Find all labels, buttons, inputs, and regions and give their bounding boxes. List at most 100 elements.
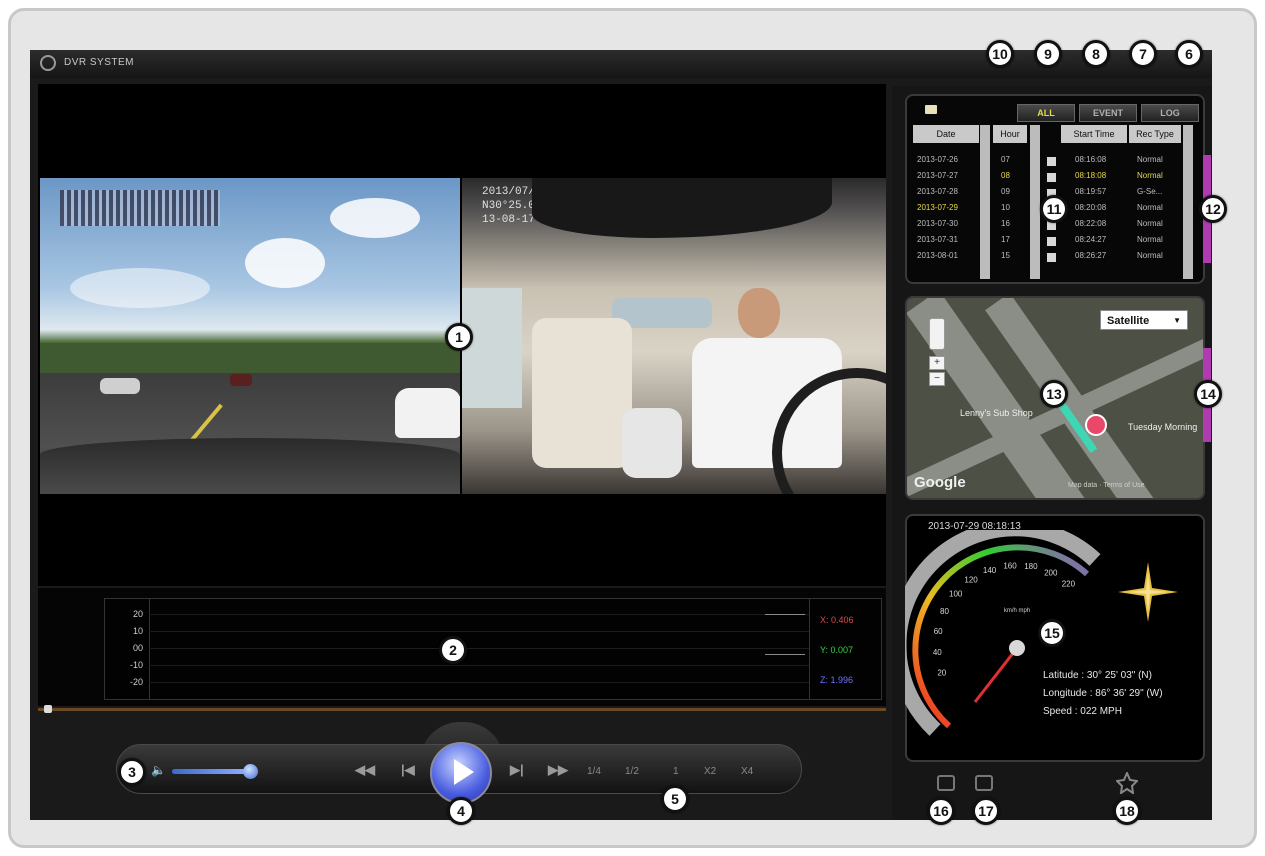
map-brand-logo: Google xyxy=(914,474,966,491)
volume-slider-handle[interactable] xyxy=(243,764,258,779)
record-checkbox[interactable] xyxy=(1047,237,1056,246)
record-type[interactable]: Normal xyxy=(1137,203,1163,212)
record-start-time[interactable]: 08:18:08 xyxy=(1075,171,1106,180)
tab-event[interactable]: EVENT xyxy=(1079,104,1137,122)
fast-forward-button[interactable]: ▶▶ xyxy=(548,762,568,778)
record-type[interactable]: Normal xyxy=(1137,219,1163,228)
grid-line xyxy=(149,614,809,615)
export-icon[interactable] xyxy=(937,775,955,791)
map-type-select[interactable]: Satellite ▼ xyxy=(1100,310,1188,330)
callout-2: 2 xyxy=(439,636,467,664)
reading-y: Y: 0.007 xyxy=(820,645,854,655)
next-button[interactable]: ▶| xyxy=(510,762,524,778)
record-type[interactable]: Normal xyxy=(1137,251,1163,260)
record-type[interactable]: Normal xyxy=(1137,235,1163,244)
hour-row[interactable]: 17 xyxy=(1001,235,1010,244)
grid-line xyxy=(149,682,809,683)
column-rec-type[interactable]: Rec Type xyxy=(1129,125,1181,143)
rewind-button[interactable]: ◀◀ xyxy=(355,762,375,778)
callout-13: 13 xyxy=(1040,380,1068,408)
column-date[interactable]: Date xyxy=(913,125,979,143)
tab-all[interactable]: ALL xyxy=(1017,104,1075,122)
settings-icon[interactable] xyxy=(1116,772,1138,794)
record-type[interactable]: G-Se... xyxy=(1137,187,1162,196)
record-type[interactable]: Normal xyxy=(1137,171,1163,180)
record-type[interactable]: Normal xyxy=(1137,155,1163,164)
record-start-time[interactable]: 08:24:27 xyxy=(1075,235,1106,244)
tab-log[interactable]: LOG xyxy=(1141,104,1199,122)
car xyxy=(230,374,252,386)
cabin-camera-view[interactable]: 2013/07/29 08:18:13 0 N30°25.03 W86° 22M… xyxy=(462,178,886,494)
hour-scrollbar[interactable] xyxy=(1030,125,1040,279)
previous-button[interactable]: |◀ xyxy=(401,762,415,778)
record-start-time[interactable]: 08:22:08 xyxy=(1075,219,1106,228)
gauge-tick-label: 40 xyxy=(933,648,942,657)
scale-tick: -20 xyxy=(129,677,143,687)
record-checkbox[interactable] xyxy=(1047,253,1056,262)
date-row[interactable]: 2013-07-31 xyxy=(917,235,958,244)
passenger-seat xyxy=(532,318,632,468)
callout-18: 18 xyxy=(1113,797,1141,825)
playback-progress-handle[interactable] xyxy=(44,705,52,713)
hour-row[interactable]: 10 xyxy=(1001,203,1010,212)
date-row[interactable]: 2013-07-30 xyxy=(917,219,958,228)
hour-row[interactable]: 15 xyxy=(1001,251,1010,260)
vehicle-location-marker[interactable] xyxy=(1085,414,1107,436)
zoom-out-button[interactable]: − xyxy=(929,372,945,386)
scale-tick: -10 xyxy=(129,660,143,670)
speed-half-button[interactable]: 1/2 xyxy=(625,766,639,777)
graph-readings: X: 0.406 Y: 0.007 Z: 1.996 xyxy=(809,599,882,699)
dashboard xyxy=(40,438,460,494)
cloud xyxy=(330,198,420,238)
grid-line xyxy=(149,631,809,632)
record-start-time[interactable]: 08:26:27 xyxy=(1075,251,1106,260)
zoom-in-button[interactable]: + xyxy=(929,356,945,370)
speed-x4-button[interactable]: X4 xyxy=(741,766,753,777)
speed-normal-button[interactable]: 1 xyxy=(673,766,679,777)
volume-icon[interactable]: 🔈 xyxy=(151,763,166,777)
tree-line xyxy=(40,343,460,373)
front-camera-view[interactable] xyxy=(40,178,460,494)
date-row[interactable]: 2013-07-28 xyxy=(917,187,958,196)
record-start-time[interactable]: 08:19:57 xyxy=(1075,187,1106,196)
memo-icon[interactable] xyxy=(925,105,937,114)
speed-x2-button[interactable]: X2 xyxy=(704,766,716,777)
street-view-pegman-icon[interactable] xyxy=(929,318,945,350)
hour-row[interactable]: 08 xyxy=(1001,171,1010,180)
map-footer: Map data · Terms of Use xyxy=(1068,482,1145,489)
column-start-time[interactable]: Start Time xyxy=(1061,125,1127,143)
reading-z: Z: 1.996 xyxy=(820,675,854,685)
chevron-down-icon: ▼ xyxy=(1173,316,1181,325)
gauge-tick-label: 180 xyxy=(1024,562,1038,571)
scale-tick: 10 xyxy=(132,626,143,636)
record-checkbox[interactable] xyxy=(1047,157,1056,166)
date-row[interactable]: 2013-08-01 xyxy=(917,251,958,260)
date-row[interactable]: 2013-07-29 xyxy=(917,203,958,212)
gauge-tick-label: 80 xyxy=(940,607,949,616)
scale-tick: 20 xyxy=(132,609,143,619)
record-scrollbar[interactable] xyxy=(1183,125,1193,279)
hour-row[interactable]: 16 xyxy=(1001,219,1010,228)
driver-head xyxy=(738,288,780,338)
date-row[interactable]: 2013-07-26 xyxy=(917,155,958,164)
compass-icon xyxy=(1118,562,1178,622)
column-hour[interactable]: Hour xyxy=(993,125,1027,143)
hour-row[interactable]: 09 xyxy=(1001,187,1010,196)
callout-10: 10 xyxy=(986,40,1014,68)
graph-trace xyxy=(765,614,805,615)
record-checkbox[interactable] xyxy=(1047,173,1056,182)
record-start-time[interactable]: 08:16:08 xyxy=(1075,155,1106,164)
print-icon[interactable] xyxy=(975,775,993,791)
speedometer: 20 40 60 80100120 140 160 180 200 220 km/h mph xyxy=(905,530,1101,736)
playback-progress-bar[interactable] xyxy=(38,708,886,711)
callout-12: 12 xyxy=(1199,195,1227,223)
graph-trace xyxy=(765,654,805,655)
speed-quarter-button[interactable]: 1/4 xyxy=(587,766,601,777)
hour-row[interactable]: 07 xyxy=(1001,155,1010,164)
record-start-time[interactable]: 08:20:08 xyxy=(1075,203,1106,212)
date-scrollbar[interactable] xyxy=(980,125,990,279)
speed-needle xyxy=(973,647,1019,703)
date-row[interactable]: 2013-07-27 xyxy=(917,171,958,180)
gauge-tick-label: 100 xyxy=(949,590,963,599)
rearview-mirror xyxy=(532,178,832,238)
